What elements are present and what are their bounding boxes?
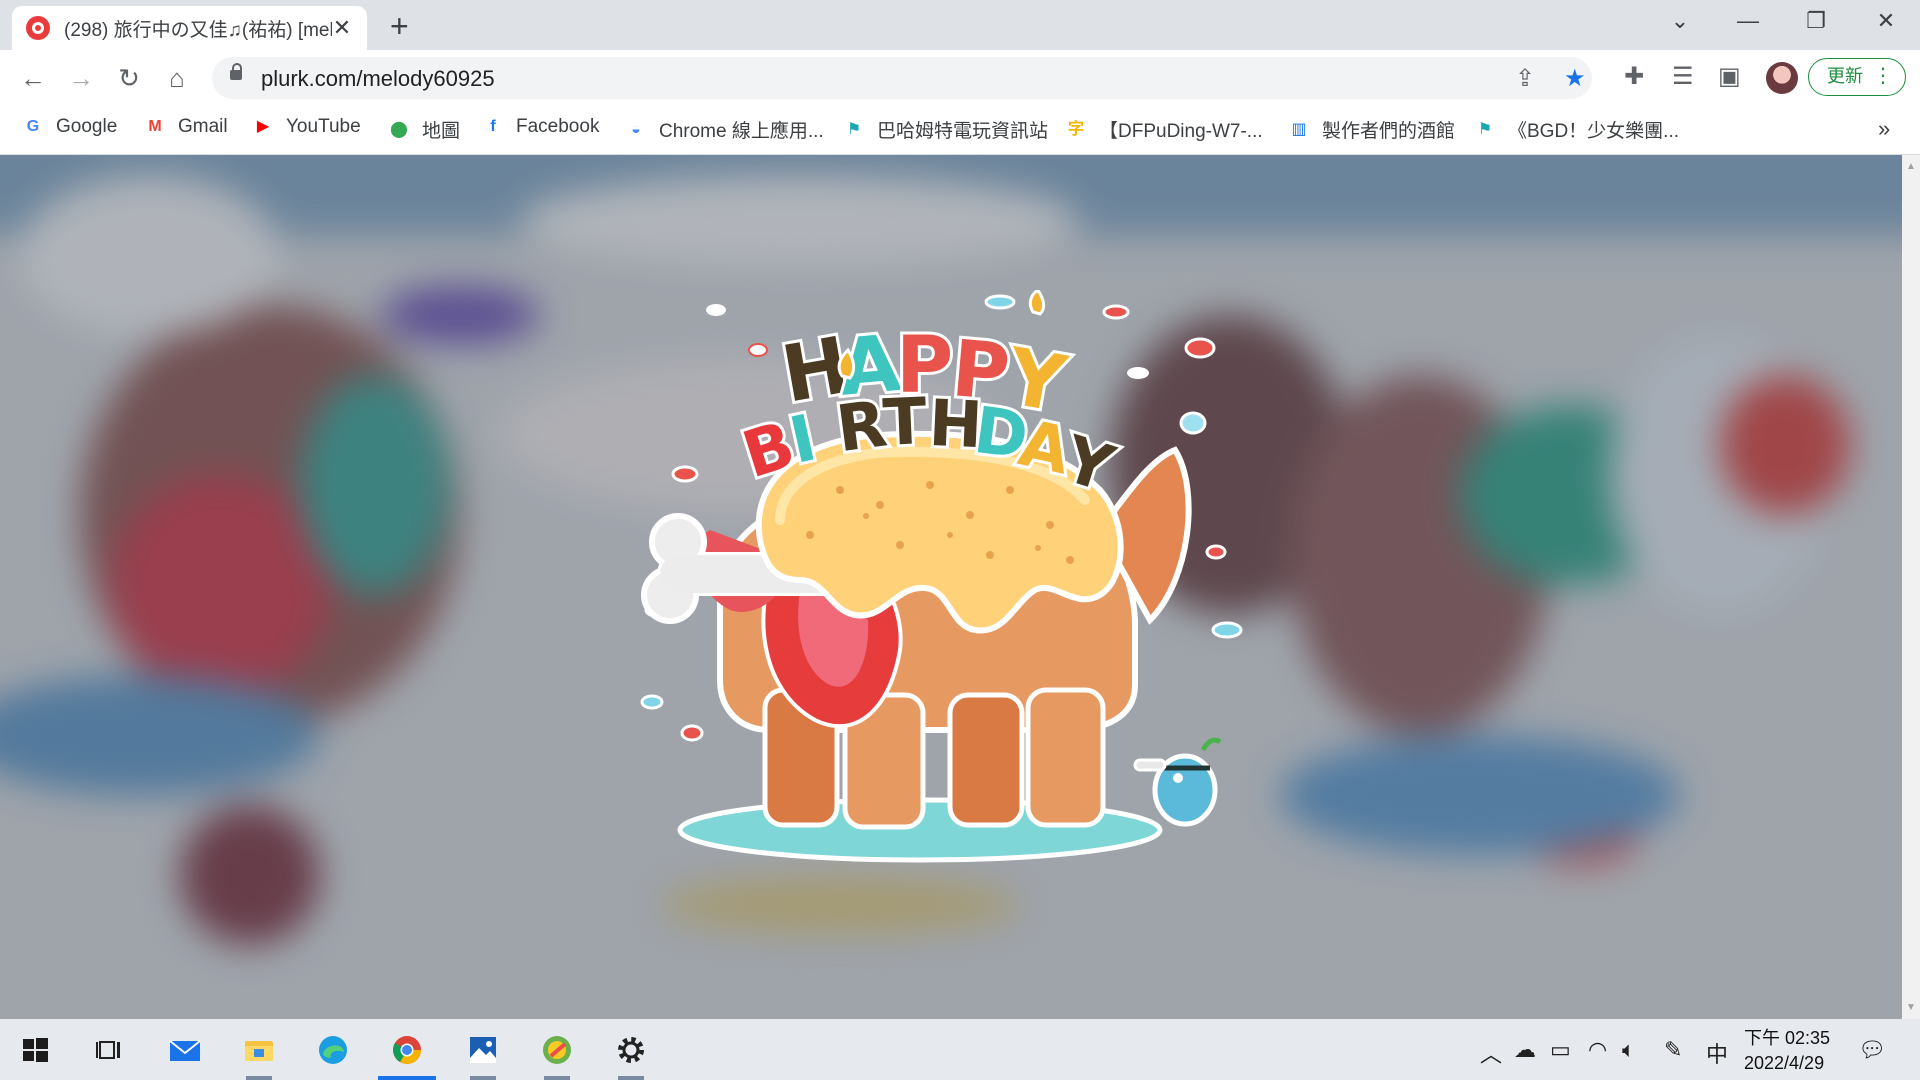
pen-icon[interactable]: ✎: [1664, 1037, 1682, 1063]
maps-icon: ⬤: [390, 120, 408, 138]
bookmark-label: 地圖: [422, 121, 461, 142]
task-view-icon: [96, 1041, 120, 1059]
url-text[interactable]: plurk.com/melody60925: [261, 66, 495, 92]
home-icon[interactable]: ⌂: [160, 62, 194, 94]
share-icon[interactable]: ⇪: [1515, 64, 1535, 93]
kebab-menu-icon[interactable]: ⋮: [1873, 59, 1893, 94]
system-clock[interactable]: 下午 02:35 2022/4/29: [1744, 1026, 1830, 1076]
bookmark-0[interactable]: G Google: [22, 116, 118, 138]
bookmark-9[interactable]: ⚑ 《BGD！少女樂團...: [1474, 116, 1679, 143]
bookmarks-overflow-button[interactable]: »: [1878, 116, 1890, 142]
close-window-button[interactable]: ✕: [1866, 6, 1906, 36]
windows-taskbar: ︿ ☁ ▭ ◠ 🔈︎ ✎ 中 下午 02:35 2022/4/29 💬︎: [0, 1019, 1920, 1080]
chrome-icon: [393, 1036, 421, 1064]
page-viewport: HAPPYBIRTHDAY: [0, 155, 1902, 1019]
bookmark-4[interactable]: f Facebook: [482, 116, 599, 138]
bahamut-icon: ⚑: [846, 120, 862, 138]
active-tab[interactable]: (298) 旅行中の又佳♫(祐祐) [melody60925] ✕: [12, 6, 367, 50]
bookmark-8[interactable]: ▥ 製作者們的酒館: [1288, 116, 1455, 143]
profile-avatar[interactable]: [1766, 62, 1798, 94]
input-method-indicator[interactable]: 中: [1706, 1037, 1728, 1069]
bookmark-3[interactable]: ⬤ 地圖: [388, 116, 460, 143]
taskbar-mail[interactable]: [150, 1019, 220, 1080]
new-tab-button[interactable]: +: [390, 8, 409, 44]
wifi-icon[interactable]: ◠: [1588, 1037, 1607, 1063]
folder-icon: [245, 1041, 273, 1061]
photos-icon: [470, 1037, 496, 1063]
notification-center-icon[interactable]: 💬︎: [1858, 1037, 1886, 1063]
restore-button[interactable]: ❐: [1796, 6, 1836, 36]
clock-date: 2022/4/29: [1744, 1053, 1825, 1073]
task-view-button[interactable]: [74, 1019, 144, 1080]
bookmarks-bar: G Google M Gmail ▶ YouTube ⬤ 地圖 f Facebook ◒ Chrome…: [0, 106, 1920, 155]
facebook-icon: f: [490, 118, 496, 135]
bookmark-label: Gmail: [178, 116, 228, 137]
mail-icon: [169, 1040, 201, 1061]
bookmark-label: 製作者們的酒館: [1322, 121, 1456, 142]
onedrive-cloud-icon[interactable]: ☁: [1514, 1037, 1536, 1063]
blue-monster-figure: [1133, 737, 1222, 827]
tab-title: (298) 旅行中の又佳♫(祐祐) [melody60925]: [64, 19, 332, 41]
scroll-down-arrow-icon[interactable]: ▼: [1906, 1002, 1916, 1013]
gmail-icon: M: [148, 118, 162, 135]
taskbar-photos[interactable]: [448, 1019, 518, 1080]
font-icon: 字: [1067, 120, 1084, 138]
bookmark-5[interactable]: ◒ Chrome 線上應用...: [625, 116, 824, 143]
back-arrow-icon[interactable]: ←: [16, 62, 50, 94]
bookmark-label: 【DFPuDing-W7-...: [1099, 121, 1263, 142]
taskbar-file-explorer[interactable]: [224, 1019, 294, 1080]
update-label: 更新: [1827, 66, 1863, 86]
bookmark-label: 巴哈姆特電玩資訊站: [877, 121, 1049, 142]
start-button[interactable]: [0, 1019, 70, 1080]
bookmark-7[interactable]: 字【DFPuDing-W7-...: [1065, 116, 1263, 143]
bookmark-label: YouTube: [286, 116, 361, 137]
youtube-icon: ▶: [256, 118, 270, 135]
birthday-letter: T: [881, 385, 928, 461]
google-icon: G: [26, 118, 40, 135]
vertical-scrollbar[interactable]: ▲ ▼: [1902, 155, 1920, 1019]
tab-strip: (298) 旅行中の又佳♫(祐祐) [melody60925] ✕ + ⌄ — …: [0, 0, 1920, 50]
scroll-up-arrow-icon[interactable]: ▲: [1906, 161, 1916, 172]
volume-icon[interactable]: 🔈︎: [1622, 1037, 1635, 1063]
game-app-icon: [543, 1036, 571, 1064]
bookmark-6[interactable]: ⚑ 巴哈姆特電玩資訊站: [843, 116, 1048, 143]
browser-toolbar: ← → ↻ ⌂ plurk.com/melody60925 ⇪ ★ ✚ ☰ ▣: [0, 50, 1920, 106]
bookmark-star-icon[interactable]: ★: [1564, 64, 1586, 93]
happy-birthday-sticker: HAPPYBI RTHDAY: [640, 290, 1243, 863]
bahamut-icon: ⚑: [1477, 120, 1493, 138]
windows-logo-icon: [23, 1038, 48, 1062]
bookmark-label: 《BGD！少女樂團...: [1508, 121, 1680, 142]
bookmark-1[interactable]: M Gmail: [144, 116, 228, 138]
taskbar-edge[interactable]: [298, 1019, 368, 1080]
taskbar-game-app[interactable]: [522, 1019, 592, 1080]
side-panel-icon[interactable]: ▣: [1718, 62, 1741, 91]
media-queue-icon[interactable]: ☰: [1672, 62, 1694, 91]
extensions-puzzle-icon[interactable]: ✚: [1624, 62, 1644, 91]
bookmark-2[interactable]: ▶ YouTube: [252, 116, 361, 138]
plurk-favicon-icon: [26, 16, 50, 40]
bookmark-label: Google: [56, 116, 118, 137]
taskbar-chrome[interactable]: [372, 1019, 442, 1080]
taskbar-settings[interactable]: [596, 1019, 666, 1080]
tavern-icon: ▥: [1291, 120, 1307, 138]
clock-time: 下午 02:35: [1744, 1028, 1831, 1048]
battery-icon[interactable]: ▭: [1550, 1037, 1571, 1063]
minimize-button[interactable]: —: [1728, 6, 1768, 36]
gear-icon: [618, 1037, 644, 1063]
tray-overflow-chevron-icon[interactable]: ︿: [1480, 1037, 1502, 1069]
forward-arrow-icon[interactable]: →: [64, 62, 98, 94]
address-bar[interactable]: plurk.com/melody60925 ⇪ ★: [212, 57, 1592, 99]
reload-icon[interactable]: ↻: [112, 62, 146, 94]
bookmark-label: Facebook: [516, 116, 600, 137]
update-button[interactable]: 更新 ⋮: [1808, 58, 1906, 96]
edge-icon: [319, 1036, 347, 1064]
lock-icon[interactable]: [230, 63, 242, 80]
tab-search-chevron-icon[interactable]: ⌄: [1660, 6, 1700, 36]
tab-close-icon[interactable]: ✕: [332, 15, 352, 41]
bookmark-label: Chrome 線上應用...: [659, 121, 824, 142]
chrome-webstore-icon: ◒: [631, 120, 641, 138]
